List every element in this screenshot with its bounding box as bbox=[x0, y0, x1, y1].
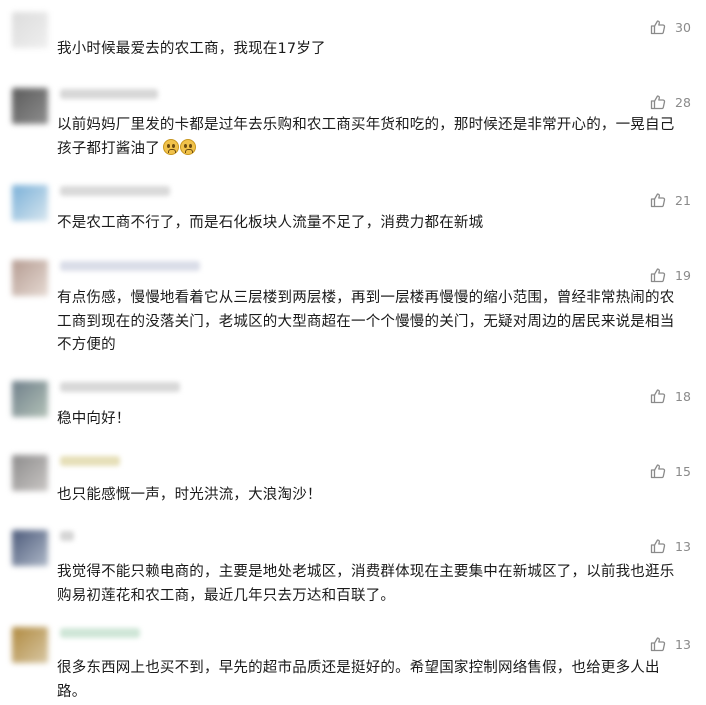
nickname-blurred[interactable] bbox=[60, 382, 180, 392]
like-button[interactable]: 21 bbox=[650, 191, 691, 209]
like-count: 13 bbox=[675, 538, 691, 554]
like-count: 28 bbox=[675, 94, 691, 110]
thumbs-up-icon bbox=[650, 19, 666, 35]
comment-text-line: 稳中向好！ bbox=[57, 411, 131, 427]
like-count: 13 bbox=[675, 636, 691, 652]
like-count: 19 bbox=[675, 267, 691, 283]
like-button[interactable]: 30 bbox=[650, 18, 691, 36]
avatar[interactable] bbox=[12, 381, 48, 417]
comment-text: 有点伤感，慢慢地看着它从三层楼到两层楼，再到一层楼再慢慢的缩小范围，曾经非常热闹… bbox=[57, 287, 697, 358]
avatar[interactable] bbox=[12, 88, 48, 124]
thumbs-up-icon bbox=[650, 463, 666, 479]
crying-face-emoji bbox=[162, 138, 196, 162]
thumbs-up-icon bbox=[650, 192, 666, 208]
comment-text: 很多东西网上也买不到，早先的超市品质还是挺好的。希望国家控制网络售假，也给更多人… bbox=[57, 657, 697, 704]
like-count: 30 bbox=[675, 19, 691, 35]
thumbs-up-icon bbox=[650, 538, 666, 554]
comment-text: 我小时候最爱去的农工商，我现在17岁了 bbox=[57, 38, 697, 62]
thumbs-up-icon bbox=[650, 636, 666, 652]
comment-text-line: 孩子都打酱油了 bbox=[57, 140, 160, 157]
comment-text: 也只能感慨一声，时光洪流，大浪淘沙！ bbox=[57, 484, 697, 508]
avatar[interactable] bbox=[12, 260, 48, 296]
comment-text: 我觉得不能只赖电商的，主要是地处老城区，消费群体现在主要集中在新城区了，以前我也… bbox=[57, 561, 697, 608]
nickname-blurred[interactable] bbox=[60, 628, 140, 638]
comment-text-line: 我小时候最爱去的农工商，我现在17岁了 bbox=[57, 41, 326, 57]
comment-text: 不是农工商不行了，而是石化板块人流量不足了，消费力都在新城 bbox=[57, 212, 697, 236]
like-button[interactable]: 13 bbox=[650, 537, 691, 555]
comment-text: 稳中向好！ bbox=[57, 408, 697, 432]
avatar[interactable] bbox=[12, 627, 48, 663]
comment-text-line: 路。 bbox=[57, 683, 87, 700]
comment-text-line: 也只能感慨一声，时光洪流，大浪淘沙！ bbox=[57, 487, 322, 503]
comment-text-line: 有点伤感，慢慢地看着它从三层楼到两层楼，再到一层楼再慢慢的缩小范围，曾经非常热闹… bbox=[57, 290, 675, 306]
comment-text: 以前妈妈厂里发的卡都是过年去乐购和农工商买年货和吃的，那时候还是非常开心的，一晃… bbox=[57, 114, 697, 161]
nickname-blurred[interactable] bbox=[60, 89, 158, 99]
comment-text-line: 以前妈妈厂里发的卡都是过年去乐购和农工商买年货和吃的，那时候还是非常开心的，一晃… bbox=[57, 117, 675, 133]
comment-text-line: 购易初莲花和农工商，最近几年只去万达和百联了。 bbox=[57, 587, 396, 604]
avatar[interactable] bbox=[12, 12, 48, 48]
like-count: 15 bbox=[675, 463, 691, 479]
comment-text-line: 我觉得不能只赖电商的，主要是地处老城区，消费群体现在主要集中在新城区了，以前我也… bbox=[57, 564, 675, 580]
nickname-blurred[interactable] bbox=[60, 456, 120, 466]
thumbs-up-icon bbox=[650, 94, 666, 110]
nickname-blurred[interactable] bbox=[60, 261, 200, 271]
nickname-blurred[interactable] bbox=[60, 531, 74, 541]
like-button[interactable]: 28 bbox=[650, 93, 691, 111]
like-count: 18 bbox=[675, 388, 691, 404]
like-button[interactable]: 13 bbox=[650, 635, 691, 653]
comment-text-line: 很多东西网上也买不到，早先的超市品质还是挺好的。希望国家控制网络售假，也给更多人… bbox=[57, 660, 660, 676]
like-button[interactable]: 15 bbox=[650, 462, 691, 480]
thumbs-up-icon bbox=[650, 388, 666, 404]
comment-text-line: 不是农工商不行了，而是石化板块人流量不足了，消费力都在新城 bbox=[57, 215, 484, 231]
like-button[interactable]: 19 bbox=[650, 266, 691, 284]
comment-text-line: 工商到现在的没落关门，老城区的大型商超在一个个慢慢的关门，无疑对周边的居民来说是… bbox=[57, 313, 675, 330]
thumbs-up-icon bbox=[650, 267, 666, 283]
nickname-blurred[interactable] bbox=[60, 186, 170, 196]
like-button[interactable]: 18 bbox=[650, 387, 691, 405]
like-count: 21 bbox=[675, 192, 691, 208]
avatar[interactable] bbox=[12, 455, 48, 491]
avatar[interactable] bbox=[12, 185, 48, 221]
comment-text-line: 不方便的 bbox=[57, 337, 116, 353]
avatar[interactable] bbox=[12, 530, 48, 566]
